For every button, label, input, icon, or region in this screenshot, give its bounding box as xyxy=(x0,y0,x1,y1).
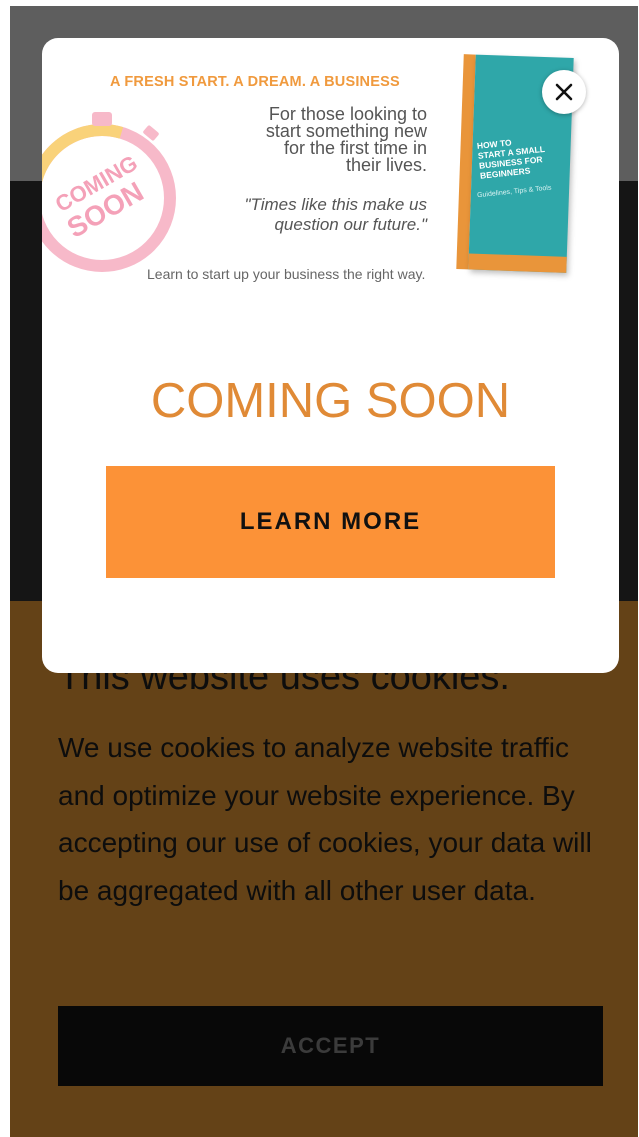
stopwatch-icon: COMING SOON xyxy=(42,112,176,272)
close-button[interactable] xyxy=(542,70,586,114)
banner-tagline: A FRESH START. A DREAM. A BUSINESS xyxy=(110,74,400,90)
banner-quote: "Times like this make us question our fu… xyxy=(177,195,427,235)
learn-more-button[interactable]: LEARN MORE xyxy=(106,466,555,578)
banner-line: their lives. xyxy=(345,155,427,175)
quote-line: question our future." xyxy=(274,215,427,234)
promo-banner-image: COMING SOON A FRESH START. A DREAM. A BU… xyxy=(42,38,619,338)
close-icon xyxy=(555,83,573,101)
banner-learn-line: Learn to start up your business the righ… xyxy=(147,266,426,282)
banner-subtext: For those looking to start something new… xyxy=(177,105,427,175)
book-stripe xyxy=(468,253,567,273)
promo-popup: COMING SOON A FRESH START. A DREAM. A BU… xyxy=(42,38,619,673)
popup-heading: COMING SOON xyxy=(150,374,511,428)
quote-line: "Times like this make us xyxy=(244,195,427,214)
